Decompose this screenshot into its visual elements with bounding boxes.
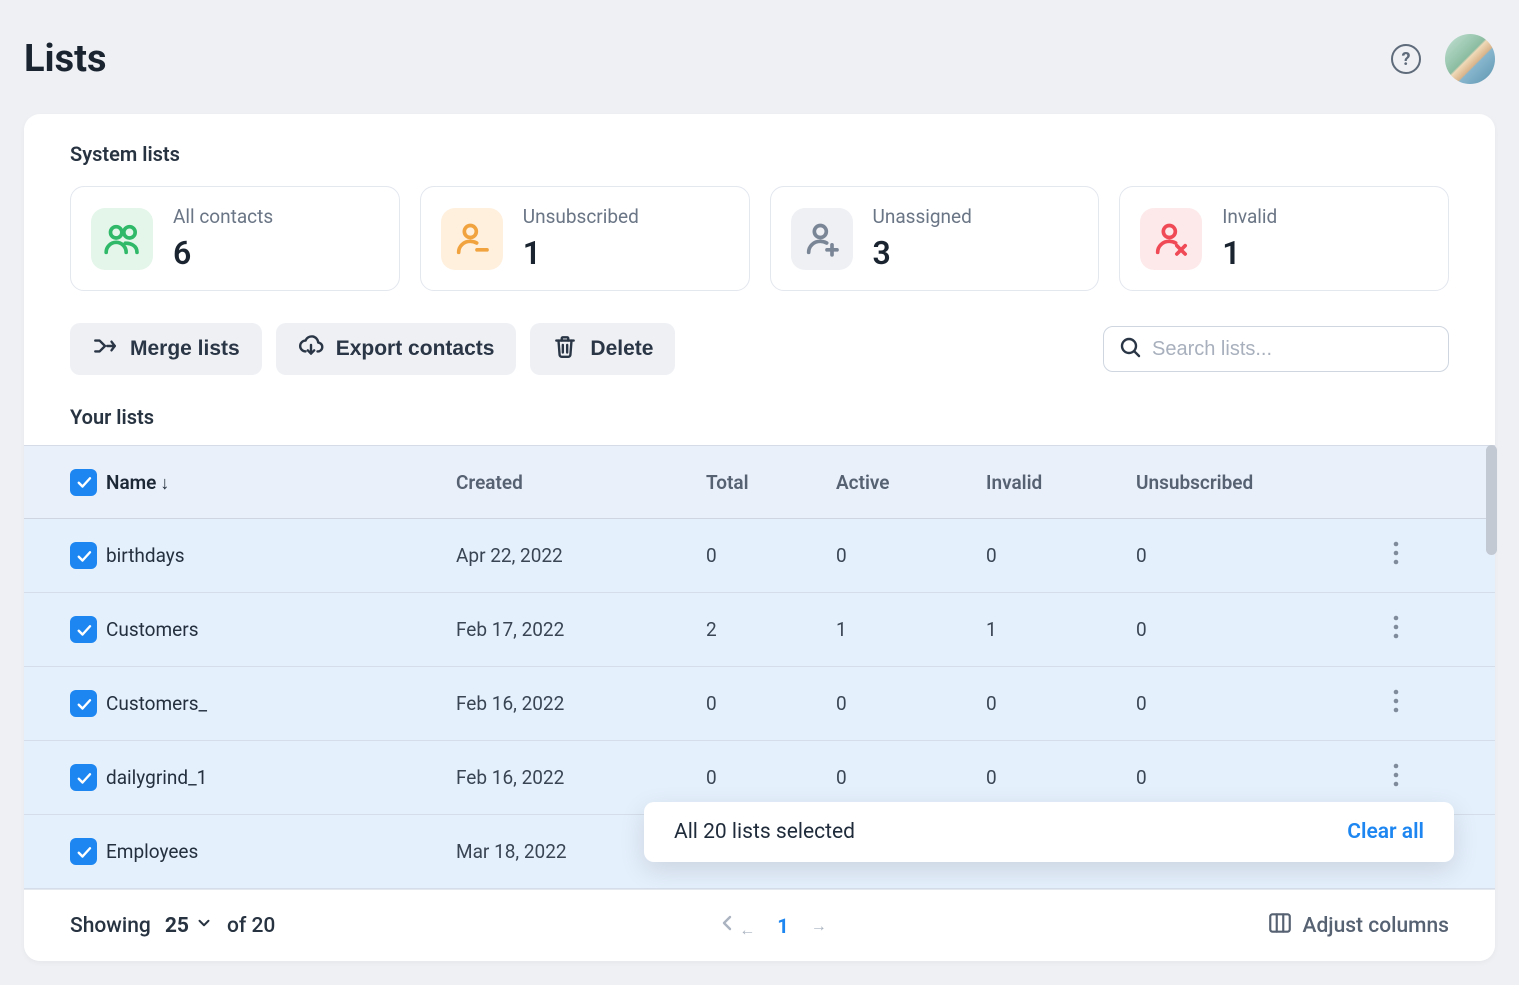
table-row[interactable]: Customers Feb 17, 2022 2 1 1 0 — [24, 593, 1495, 667]
select-all-checkbox[interactable] — [70, 469, 97, 496]
clear-all-button[interactable]: Clear all — [1347, 820, 1424, 844]
cloud-download-icon — [298, 333, 324, 365]
column-header-invalid[interactable]: Invalid — [986, 471, 1136, 494]
column-header-active[interactable]: Active — [836, 471, 986, 494]
person-x-icon — [1140, 208, 1202, 270]
lists-card: System lists All contacts 6 Unsubscribed — [24, 114, 1495, 961]
showing-label: Showing — [70, 914, 151, 938]
per-page-select[interactable]: 25 — [165, 914, 213, 938]
column-header-created[interactable]: Created — [456, 471, 706, 494]
cell-name: dailygrind_1 — [106, 766, 456, 789]
cell-unsubscribed: 0 — [1136, 618, 1356, 641]
cell-name: Customers_ — [106, 692, 456, 715]
cell-active: 1 — [836, 618, 986, 641]
merge-lists-button[interactable]: Merge lists — [70, 323, 262, 375]
cell-active: 0 — [836, 692, 986, 715]
row-menu-button[interactable] — [1393, 622, 1399, 645]
system-lists-row: All contacts 6 Unsubscribed 1 Unassi — [24, 186, 1495, 313]
system-list-unsubscribed[interactable]: Unsubscribed 1 — [420, 186, 750, 291]
your-lists-label: Your lists — [70, 405, 1495, 429]
cell-invalid: 0 — [986, 544, 1136, 567]
system-list-unassigned[interactable]: Unassigned 3 — [770, 186, 1100, 291]
merge-icon — [92, 333, 118, 365]
cell-total: 0 — [706, 692, 836, 715]
cell-unsubscribed: 0 — [1136, 692, 1356, 715]
trash-icon — [552, 333, 578, 365]
row-menu-button[interactable] — [1393, 548, 1399, 571]
button-label: Delete — [590, 337, 653, 361]
cell-invalid: 0 — [986, 766, 1136, 789]
row-checkbox[interactable] — [70, 616, 97, 643]
cell-name: Employees — [106, 840, 456, 863]
system-list-all-contacts[interactable]: All contacts 6 — [70, 186, 400, 291]
columns-icon — [1267, 910, 1293, 942]
stat-label: All contacts — [173, 205, 273, 228]
stat-value: 3 — [873, 234, 972, 272]
cell-name: Customers — [106, 618, 456, 641]
row-checkbox[interactable] — [70, 542, 97, 569]
cell-total: 0 — [706, 766, 836, 789]
row-checkbox[interactable] — [70, 690, 97, 717]
of-total-label: of 20 — [227, 914, 275, 938]
search-icon — [1118, 335, 1142, 363]
person-plus-icon — [791, 208, 853, 270]
column-header-unsubscribed[interactable]: Unsubscribed — [1136, 471, 1356, 494]
row-menu-button[interactable] — [1393, 696, 1399, 719]
table-footer: Showing 25 of 20 ← 1 → Adjust columns — [24, 889, 1495, 961]
cell-invalid: 1 — [986, 618, 1136, 641]
search-input[interactable] — [1152, 338, 1434, 361]
search-input-wrap[interactable] — [1103, 326, 1449, 372]
cell-created: Feb 16, 2022 — [456, 692, 706, 715]
cell-unsubscribed: 0 — [1136, 544, 1356, 567]
button-label: Export contacts — [336, 337, 495, 361]
cell-created: Feb 16, 2022 — [456, 766, 706, 789]
toast-message: All 20 lists selected — [674, 820, 855, 844]
cell-active: 0 — [836, 544, 986, 567]
people-icon — [91, 208, 153, 270]
avatar[interactable] — [1445, 34, 1495, 84]
person-minus-icon — [441, 208, 503, 270]
page-header: Lists ? — [24, 24, 1495, 114]
prev-page-button[interactable]: ← — [715, 911, 755, 940]
stat-value: 1 — [523, 234, 639, 272]
stat-value: 1 — [1222, 234, 1277, 272]
table-row[interactable]: birthdays Apr 22, 2022 0 0 0 0 — [24, 519, 1495, 593]
sort-down-icon: ↓ — [160, 473, 169, 494]
table-row[interactable]: Customers_ Feb 16, 2022 0 0 0 0 — [24, 667, 1495, 741]
chevron-down-icon — [195, 914, 213, 938]
page-number[interactable]: 1 — [777, 914, 788, 938]
row-menu-button[interactable] — [1393, 770, 1399, 793]
row-checkbox[interactable] — [70, 838, 97, 865]
cell-created: Feb 17, 2022 — [456, 618, 706, 641]
cell-total: 2 — [706, 618, 836, 641]
cell-unsubscribed: 0 — [1136, 766, 1356, 789]
help-icon[interactable]: ? — [1391, 44, 1421, 74]
cell-active: 0 — [836, 766, 986, 789]
cell-total: 0 — [706, 544, 836, 567]
cell-invalid: 0 — [986, 692, 1136, 715]
stat-label: Unassigned — [873, 205, 972, 228]
next-page-button[interactable]: → — [811, 916, 827, 936]
cell-created: Apr 22, 2022 — [456, 544, 706, 567]
toolbar: Merge lists Export contacts Delete — [24, 313, 1495, 393]
page-title: Lists — [24, 37, 107, 81]
column-header-name[interactable]: Name↓ — [106, 471, 456, 494]
adjust-columns-button[interactable]: Adjust columns — [1267, 910, 1449, 942]
scrollbar[interactable] — [1486, 445, 1497, 555]
export-contacts-button[interactable]: Export contacts — [276, 323, 517, 375]
stat-label: Unsubscribed — [523, 205, 639, 228]
selection-toast: All 20 lists selected Clear all — [644, 802, 1454, 862]
stat-label: Invalid — [1222, 205, 1277, 228]
table-header: Name↓ Created Total Active Invalid Unsub… — [24, 445, 1495, 519]
system-lists-label: System lists — [70, 142, 1495, 166]
row-checkbox[interactable] — [70, 764, 97, 791]
cell-name: birthdays — [106, 544, 456, 567]
button-label: Merge lists — [130, 337, 240, 361]
column-header-total[interactable]: Total — [706, 471, 836, 494]
delete-button[interactable]: Delete — [530, 323, 675, 375]
system-list-invalid[interactable]: Invalid 1 — [1119, 186, 1449, 291]
stat-value: 6 — [173, 234, 273, 272]
